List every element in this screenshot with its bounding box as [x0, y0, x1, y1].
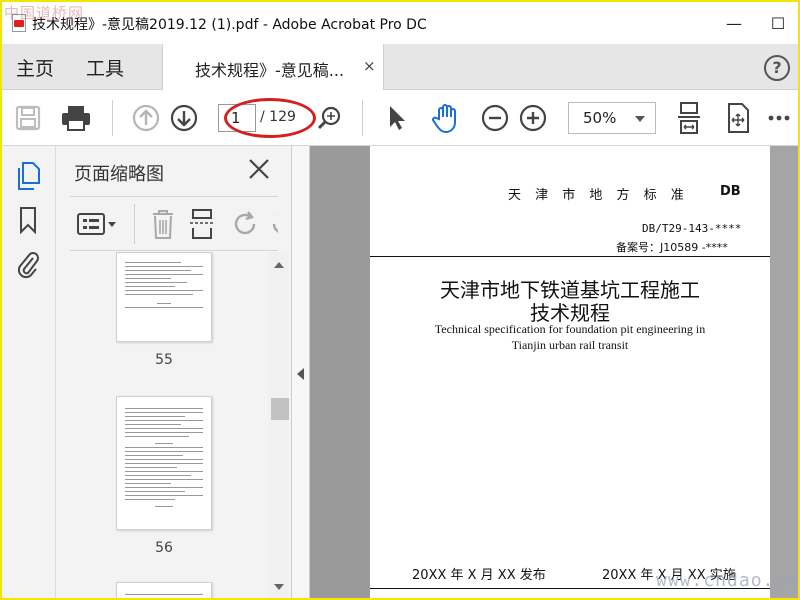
- zoom-in-icon: [519, 104, 547, 132]
- arrow-down-circle-icon: [170, 104, 198, 132]
- document-tab-label: 技术规程》-意见稿...: [195, 61, 345, 80]
- panel-collapse-strip[interactable]: [292, 146, 310, 598]
- db-label: DB: [720, 184, 741, 199]
- header-rule: [370, 256, 770, 257]
- more-dots-icon: [768, 115, 790, 121]
- standard-heading: 天 津 市 地 方 标 准: [508, 188, 689, 203]
- close-icon: [249, 159, 269, 179]
- navigation-rail: [2, 146, 56, 598]
- zoom-level-select[interactable]: 50%: [568, 102, 656, 134]
- scroll-down-icon[interactable]: [274, 584, 284, 590]
- tab-document[interactable]: 技术规程》-意见稿... ×: [162, 44, 384, 90]
- options-list-icon: [77, 213, 116, 235]
- rotate-clockwise-icon: [272, 215, 278, 233]
- insert-page-button[interactable]: [188, 208, 216, 240]
- thumbnail-page-number: 56: [155, 540, 173, 556]
- document-viewport[interactable]: 天 津 市 地 方 标 准 DB DB/T29-143-**** 备案号：J10…: [310, 146, 798, 598]
- thumbnail-page-number: 55: [155, 352, 173, 368]
- app-frame: 技术规程》-意见稿2019.12 (1).pdf - Adobe Acrobat…: [0, 0, 800, 600]
- insert-page-icon: [190, 209, 214, 239]
- trash-icon: [153, 210, 173, 239]
- tab-home[interactable]: 主页: [16, 54, 54, 81]
- bookmark-icon: [20, 207, 36, 234]
- tab-tools[interactable]: 工具: [86, 54, 124, 81]
- scroll-up-icon[interactable]: [274, 262, 284, 268]
- toolbar-separator: [112, 100, 113, 136]
- page-thumbnails-icon: [18, 162, 40, 190]
- page-tools-button[interactable]: [722, 102, 754, 134]
- maximize-button[interactable]: ☐: [758, 8, 798, 38]
- watermark-bottom: www.cndao.com: [656, 570, 800, 591]
- attachments-button[interactable]: [12, 248, 44, 280]
- zoom-in-button[interactable]: [518, 102, 548, 134]
- hand-tool-button[interactable]: [428, 102, 464, 134]
- thumbnail-page-55[interactable]: [116, 252, 212, 342]
- select-tool-button[interactable]: [382, 102, 412, 134]
- delete-page-button[interactable]: [150, 208, 176, 240]
- bookmarks-button[interactable]: [12, 204, 44, 236]
- red-annotation-ellipse: [224, 98, 316, 138]
- toolbar-separator: [362, 100, 363, 136]
- more-tools-button[interactable]: [766, 102, 792, 134]
- thumbnail-page-56[interactable]: [116, 396, 212, 530]
- zoom-level-value: 50%: [583, 109, 617, 127]
- thumbnail-panel: 页面缩略图 55 56: [56, 146, 292, 598]
- print-button[interactable]: [58, 102, 94, 134]
- printer-icon: [62, 106, 90, 131]
- toolbar: 1 / 129 50%: [2, 90, 798, 146]
- magnifier-icon: [317, 106, 341, 130]
- title-bar: 技术规程》-意见稿2019.12 (1).pdf - Adobe Acrobat…: [2, 2, 798, 44]
- fit-page-icon: [678, 102, 700, 134]
- options-menu-button[interactable]: [76, 210, 118, 238]
- rotate-page-button[interactable]: [232, 210, 260, 238]
- close-panel-button[interactable]: [246, 156, 272, 182]
- zoom-out-icon: [481, 104, 509, 132]
- window-title: 技术规程》-意见稿2019.12 (1).pdf - Adobe Acrobat…: [32, 17, 427, 33]
- thumbnail-list: 55 56: [56, 252, 268, 598]
- standard-code: DB/T29-143-****: [642, 222, 742, 235]
- registration-number: 备案号：J10589 -****: [616, 241, 728, 254]
- english-title-line2: Tianjin urban rail transit: [511, 338, 629, 352]
- close-tab-button[interactable]: ×: [363, 57, 376, 75]
- chevron-down-icon: [635, 116, 645, 122]
- paperclip-icon: [17, 252, 39, 279]
- panel-divider: [70, 196, 278, 197]
- thumbnail-toolbar: [70, 204, 278, 244]
- publish-date: 20XX 年 X 月 XX 发布: [412, 568, 546, 583]
- find-text-button[interactable]: [314, 102, 344, 134]
- scrollbar-thumb[interactable]: [271, 398, 289, 420]
- next-page-button[interactable]: [168, 102, 200, 134]
- tab-bar: 主页 工具 技术规程》-意见稿... × ?: [2, 44, 798, 90]
- save-button[interactable]: [12, 102, 44, 134]
- minimize-button[interactable]: —: [714, 8, 754, 38]
- hand-icon: [432, 104, 456, 134]
- page-thumbnails-button[interactable]: [12, 160, 44, 192]
- help-icon[interactable]: ?: [764, 55, 790, 81]
- chevron-left-icon: [297, 368, 304, 380]
- panel-title: 页面缩略图: [74, 164, 164, 185]
- arrow-up-circle-icon: [132, 104, 160, 132]
- page-move-icon: [728, 103, 749, 133]
- document-page: 天 津 市 地 方 标 准 DB DB/T29-143-**** 备案号：J10…: [370, 146, 770, 598]
- vertical-scrollbar[interactable]: [770, 146, 798, 598]
- toolbar-separator: [134, 204, 135, 244]
- fit-page-button[interactable]: [672, 102, 706, 134]
- zoom-out-button[interactable]: [480, 102, 510, 134]
- panel-divider: [70, 250, 278, 251]
- rotate-icon: [234, 211, 256, 235]
- watermark-top: 中国道桥网: [4, 4, 85, 22]
- previous-page-button[interactable]: [130, 102, 162, 134]
- thumbnail-page-next[interactable]: [116, 582, 212, 598]
- cursor-arrow-icon: [390, 106, 405, 130]
- save-icon: [15, 105, 41, 131]
- rotate-clockwise-button[interactable]: [268, 210, 278, 238]
- thumbnail-scrollbar[interactable]: [268, 252, 289, 598]
- english-title-line1: Technical specification for foundation p…: [434, 322, 706, 336]
